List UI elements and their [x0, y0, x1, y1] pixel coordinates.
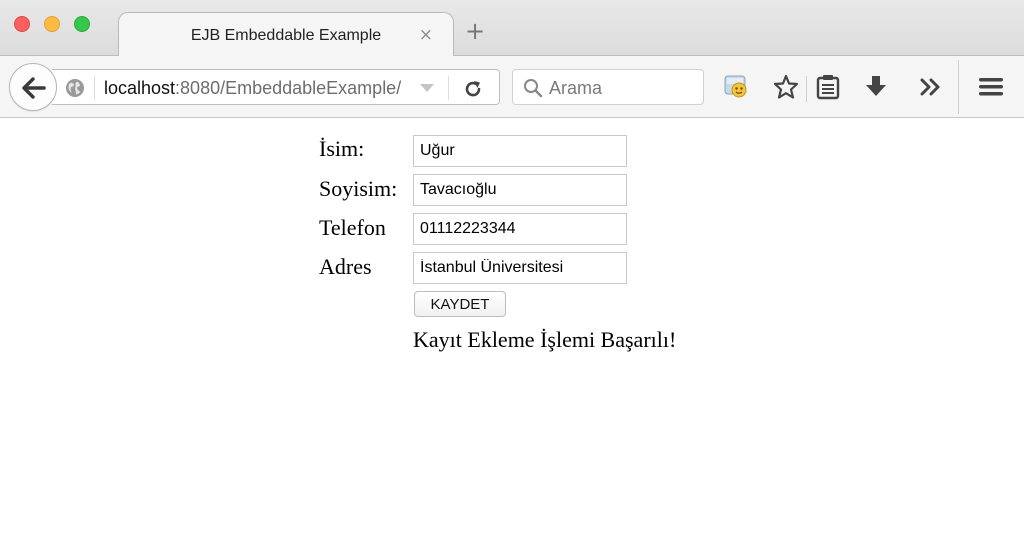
- surname-field[interactable]: [413, 174, 627, 206]
- phone-field[interactable]: [413, 213, 627, 245]
- search-bar[interactable]: [512, 69, 704, 105]
- tab-close-icon[interactable]: ×: [419, 25, 433, 45]
- window-minimize-button[interactable]: [44, 16, 60, 32]
- reload-icon[interactable]: [462, 78, 484, 100]
- back-button[interactable]: [9, 63, 57, 111]
- download-icon[interactable]: [864, 74, 888, 100]
- toolbar-separator: [806, 76, 807, 102]
- navigation-toolbar: localhost:8080/EmbeddableExample/: [0, 56, 1024, 118]
- hamburger-menu-icon[interactable]: [978, 76, 1004, 98]
- success-message: Kayıt Ekleme İşlemi Başarılı!: [413, 327, 677, 352]
- title-bar: EJB Embeddable Example × +: [0, 0, 1024, 57]
- search-icon: [524, 79, 543, 98]
- bookmark-star-icon[interactable]: [773, 74, 799, 100]
- search-input[interactable]: [549, 76, 699, 100]
- url-text[interactable]: localhost:8080/EmbeddableExample/: [104, 78, 401, 99]
- new-tab-button[interactable]: +: [464, 19, 486, 43]
- window-close-button[interactable]: [14, 16, 30, 32]
- url-host: localhost: [104, 78, 176, 98]
- tab-active[interactable]: EJB Embeddable Example ×: [118, 12, 454, 57]
- overflow-chevron-icon[interactable]: [920, 78, 942, 96]
- address-field[interactable]: [413, 252, 627, 284]
- phone-label: Telefon: [319, 215, 386, 240]
- tab-title: EJB Embeddable Example: [190, 27, 382, 44]
- url-separator: [94, 76, 95, 100]
- name-label: İsim:: [319, 136, 365, 161]
- address-label: Adres: [319, 254, 372, 279]
- surname-label: Soyisim:: [319, 176, 398, 201]
- save-button[interactable]: KAYDET: [414, 291, 506, 317]
- url-path: :8080/EmbeddableExample/: [175, 78, 402, 98]
- extension-icon[interactable]: [722, 72, 750, 100]
- address-bar[interactable]: localhost:8080/EmbeddableExample/: [52, 69, 500, 105]
- name-field[interactable]: [413, 135, 627, 167]
- globe-icon: [66, 79, 84, 97]
- back-arrow-icon: [22, 77, 46, 99]
- dropdown-arrow-icon[interactable]: [419, 83, 435, 93]
- url-separator-2: [448, 76, 449, 100]
- window-maximize-button[interactable]: [74, 16, 90, 32]
- toolbar-separator-2: [958, 60, 959, 114]
- page-content: İsim: Soyisim: Telefon Adres KAYDET Kayı…: [0, 118, 1024, 555]
- reading-list-icon[interactable]: [816, 74, 840, 100]
